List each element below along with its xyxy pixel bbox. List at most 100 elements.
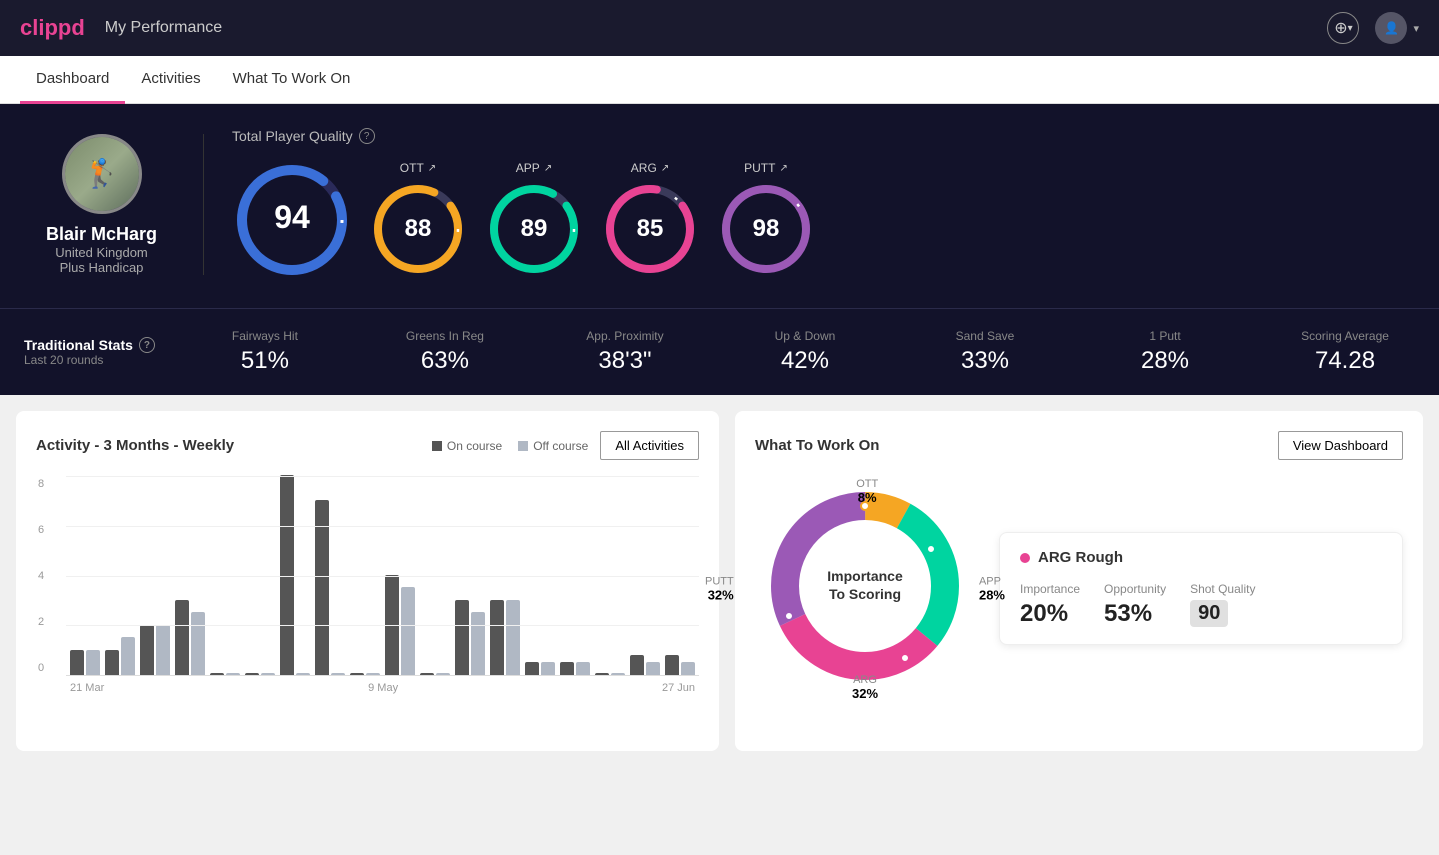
- on-course-dot: [432, 441, 442, 451]
- bar-light: [331, 673, 345, 675]
- off-course-label: Off course: [533, 439, 588, 453]
- putt-donut-label-name: PUTT: [705, 575, 734, 587]
- bar-dark: [210, 673, 224, 675]
- quality-section: Total Player Quality ? 94 OTT: [204, 128, 1415, 280]
- stats-banner: 🏌️ Blair McHarg United Kingdom Plus Hand…: [0, 104, 1439, 308]
- bar-dark: [455, 600, 469, 675]
- ott-gauge: OTT ↗ 88: [368, 161, 468, 279]
- bar-group-2: [105, 637, 135, 675]
- header-right: ⊕ ▾ 👤 ▾: [1327, 12, 1419, 44]
- legend-on-course: On course: [432, 439, 502, 453]
- stat-updown-value: 42%: [735, 347, 875, 375]
- shot-quality-value: 90: [1190, 600, 1228, 627]
- player-avatar: 🏌️: [62, 134, 142, 214]
- putt-arrow-icon: ↗: [779, 163, 787, 174]
- bar-group-5: [210, 673, 240, 675]
- ott-arrow-icon: ↗: [428, 163, 436, 174]
- importance-stat-name: Importance: [1020, 582, 1080, 596]
- main-gauge-svg: 94: [232, 160, 352, 280]
- stat-scoring-avg: Scoring Average 74.28: [1275, 329, 1415, 375]
- main-gauge: 94: [232, 160, 352, 280]
- bar-dark: [70, 650, 84, 675]
- bar-group-11: [420, 673, 450, 675]
- bar-group-4: [175, 600, 205, 675]
- player-info: 🏌️ Blair McHarg United Kingdom Plus Hand…: [24, 134, 204, 275]
- tab-activities[interactable]: Activities: [125, 56, 216, 104]
- donut-wrapper: Importance To Scoring OTT 8%: [755, 476, 975, 701]
- quality-title: Total Player Quality: [232, 128, 353, 144]
- trad-stats-title: Traditional Stats ?: [24, 337, 155, 353]
- traditional-stats: Traditional Stats ? Last 20 rounds Fairw…: [0, 308, 1439, 395]
- stat-scoring-label: Scoring Average: [1275, 329, 1415, 343]
- work-card-header: What To Work On View Dashboard: [755, 431, 1403, 460]
- bar-light: [366, 673, 380, 675]
- app-donut-label-name: APP: [979, 575, 1005, 587]
- app-label: APP ↗: [516, 161, 552, 175]
- stat-app-proximity: App. Proximity 38'3": [555, 329, 695, 375]
- help-icon[interactable]: ?: [359, 128, 375, 144]
- arg-gauge-svg: 85: [600, 179, 700, 279]
- bar-dark: [560, 662, 574, 675]
- ott-donut-label: OTT 8%: [856, 478, 878, 505]
- trad-stats-period: Last 20 rounds: [24, 353, 155, 367]
- ott-donut-label-value: 8%: [856, 490, 878, 505]
- bar-dark: [175, 600, 189, 675]
- trad-stats-label: Traditional Stats ? Last 20 rounds: [24, 337, 155, 367]
- x-label-may: 9 May: [368, 682, 398, 694]
- bar-group-3: [140, 625, 170, 675]
- ott-donut-label-name: OTT: [856, 478, 878, 490]
- svg-text:To Scoring: To Scoring: [829, 586, 901, 602]
- bar-group-15: [560, 662, 590, 675]
- all-activities-button[interactable]: All Activities: [600, 431, 699, 460]
- bar-dark: [140, 625, 154, 675]
- opportunity-stat-value: 53%: [1104, 600, 1166, 628]
- view-dashboard-button[interactable]: View Dashboard: [1278, 431, 1403, 460]
- work-detail-card: ARG Rough Importance 20% Opportunity 53%…: [999, 532, 1403, 645]
- plus-icon: ⊕: [1334, 18, 1347, 38]
- putt-donut-label: PUTT 32%: [705, 575, 734, 602]
- svg-text:85: 85: [637, 215, 664, 242]
- y-label-6: 6: [38, 524, 44, 536]
- add-button[interactable]: ⊕ ▾: [1327, 12, 1359, 44]
- bar-dark: [595, 673, 609, 675]
- donut-chart-svg: Importance To Scoring: [755, 476, 975, 696]
- bar-dark: [630, 655, 644, 675]
- arg-donut-label: ARG 32%: [852, 674, 878, 701]
- tab-what-to-work-on[interactable]: What To Work On: [217, 56, 367, 104]
- bar-light: [156, 625, 170, 675]
- bottom-content: Activity - 3 Months - Weekly On course O…: [0, 395, 1439, 767]
- work-detail-stats: Importance 20% Opportunity 53% Shot Qual…: [1020, 582, 1382, 628]
- player-handicap: Plus Handicap: [60, 260, 144, 275]
- stat-1putt-label: 1 Putt: [1095, 329, 1235, 343]
- on-course-label: On course: [447, 439, 502, 453]
- arg-donut-label-value: 32%: [852, 686, 878, 701]
- tab-dashboard[interactable]: Dashboard: [20, 56, 125, 104]
- bar-dark: [105, 650, 119, 675]
- nav-tabs: Dashboard Activities What To Work On: [0, 56, 1439, 104]
- user-menu-button[interactable]: 👤 ▾: [1375, 12, 1419, 44]
- bar-dark: [525, 662, 539, 675]
- bar-dark: [350, 673, 364, 675]
- stat-1putt-value: 28%: [1095, 347, 1235, 375]
- stat-app-label: App. Proximity: [555, 329, 695, 343]
- svg-text:Importance: Importance: [827, 568, 903, 584]
- x-label-mar: 21 Mar: [70, 682, 104, 694]
- stat-fairways-label: Fairways Hit: [195, 329, 335, 343]
- player-name: Blair McHarg: [46, 224, 157, 245]
- header-left: clippd My Performance: [20, 15, 222, 41]
- putt-gauge: PUTT ↗ 98: [716, 161, 816, 279]
- stat-1putt: 1 Putt 28%: [1095, 329, 1235, 375]
- bar-light: [506, 600, 520, 675]
- trad-help-icon[interactable]: ?: [139, 337, 155, 353]
- avatar: 👤: [1375, 12, 1407, 44]
- work-detail-category: ARG Rough: [1038, 549, 1123, 566]
- importance-stat: Importance 20%: [1020, 582, 1080, 628]
- bar-group-16: [595, 673, 625, 675]
- bar-light: [541, 662, 555, 675]
- y-label-2: 2: [38, 616, 44, 628]
- stat-sand-value: 33%: [915, 347, 1055, 375]
- svg-text:98: 98: [753, 215, 780, 242]
- arg-label: ARG ↗: [631, 161, 669, 175]
- bar-dark: [490, 600, 504, 675]
- bar-group-18: [665, 655, 695, 675]
